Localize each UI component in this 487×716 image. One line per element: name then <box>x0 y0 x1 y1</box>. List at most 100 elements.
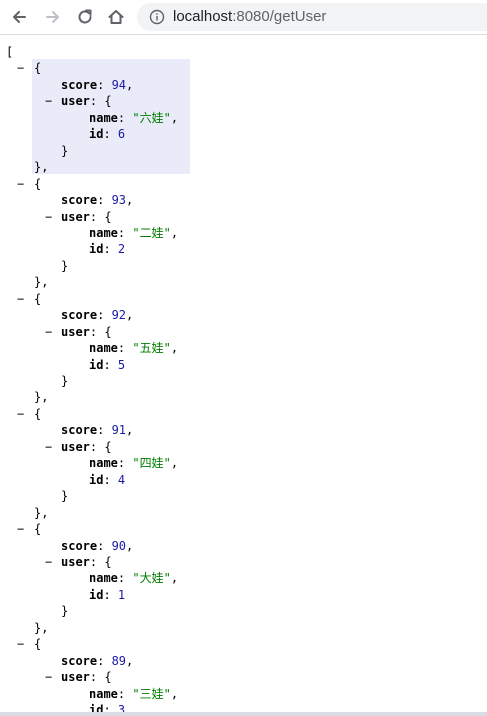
collapse-toggle[interactable]: − <box>45 324 52 340</box>
collapse-toggle[interactable]: − <box>17 636 24 652</box>
json-punctuation: " <box>163 110 171 125</box>
collapse-toggle[interactable]: − <box>45 439 52 455</box>
collapse-toggle[interactable]: − <box>45 93 52 109</box>
back-button[interactable] <box>7 5 31 29</box>
json-punctuation: " <box>132 686 140 701</box>
json-punctuation: , <box>170 225 179 240</box>
browser-toolbar: localhost:8080/getUser <box>0 0 487 35</box>
name-line: name: "四娃", <box>89 455 178 471</box>
json-viewer: [−{score: 94, − user: {name: "六娃", id: 6}},… <box>0 35 487 712</box>
url-host: localhost <box>173 8 233 25</box>
collapse-toggle[interactable]: − <box>17 176 24 192</box>
forward-arrow-icon <box>46 11 59 23</box>
collapse-toggle[interactable]: − <box>17 521 24 537</box>
user-close-line: } <box>61 603 68 619</box>
json-punctuation: " <box>132 225 140 240</box>
json-punctuation: : { <box>89 94 112 109</box>
name-line: name: "六娃", <box>89 110 178 126</box>
json-punctuation: : <box>97 653 112 668</box>
json-punctuation: : { <box>89 324 112 339</box>
collapse-toggle[interactable]: − <box>17 406 24 422</box>
json-punctuation: }, <box>34 620 49 635</box>
json-punctuation: : <box>103 472 118 487</box>
name-value: 五娃 <box>139 341 164 356</box>
json-key-name: name <box>89 110 118 125</box>
json-punctuation: " <box>132 341 140 356</box>
name-line: name: "大娃", <box>89 570 178 586</box>
json-key-score: score <box>61 653 98 668</box>
user-line: user: { <box>61 209 112 225</box>
name-line: name: "五娃", <box>89 340 178 356</box>
object-open-line: { <box>34 176 41 192</box>
json-key-id: id <box>89 242 104 257</box>
json-line: [ <box>6 44 13 60</box>
json-punctuation: }, <box>34 505 49 520</box>
reload-button[interactable] <box>73 5 97 29</box>
json-punctuation: " <box>163 456 171 471</box>
home-button[interactable] <box>104 5 128 29</box>
json-punctuation: : <box>117 571 133 586</box>
json-key-id: id <box>89 703 104 712</box>
collapse-toggle[interactable]: − <box>45 554 52 570</box>
json-key-id: id <box>89 127 104 142</box>
json-punctuation: , <box>170 686 179 701</box>
object-open-line: { <box>34 60 41 76</box>
json-key-score: score <box>61 423 98 438</box>
object-close-line: }, <box>34 159 48 175</box>
name-value: 四娃 <box>139 456 164 471</box>
score-line: score: 93, <box>61 192 133 208</box>
id-line: id: 1 <box>89 587 125 603</box>
json-key-name: name <box>89 686 118 701</box>
json-punctuation: : <box>97 77 112 92</box>
json-punctuation: { <box>34 522 42 537</box>
url-text[interactable]: localhost:8080/getUser <box>173 8 326 26</box>
json-punctuation: : <box>117 225 133 240</box>
json-punctuation: , <box>170 341 179 356</box>
json-key-user: user <box>61 554 90 569</box>
json-punctuation: " <box>163 341 171 356</box>
json-punctuation: , <box>126 423 134 438</box>
score-value: 91 <box>111 423 127 438</box>
json-punctuation: " <box>132 456 140 471</box>
json-punctuation: } <box>61 489 69 504</box>
user-close-line: } <box>61 488 68 504</box>
json-punctuation: : <box>103 703 118 712</box>
json-punctuation: { <box>34 637 42 652</box>
id-value: 4 <box>117 472 126 487</box>
info-icon[interactable] <box>149 9 165 25</box>
json-punctuation: : { <box>89 439 112 454</box>
address-bar[interactable]: localhost:8080/getUser <box>137 3 487 31</box>
user-close-line: } <box>61 143 68 159</box>
collapse-toggle[interactable]: − <box>17 291 24 307</box>
forward-button[interactable] <box>41 5 65 29</box>
user-line: user: { <box>61 554 112 570</box>
collapse-toggle[interactable]: − <box>17 60 24 76</box>
score-value: 92 <box>111 308 127 323</box>
json-punctuation: : <box>103 587 118 602</box>
name-value: 六娃 <box>139 110 164 125</box>
json-punctuation: } <box>61 258 69 273</box>
score-value: 93 <box>111 193 127 208</box>
object-close-line: }, <box>34 505 48 521</box>
collapse-toggle[interactable]: − <box>45 209 52 225</box>
id-value: 2 <box>117 242 126 257</box>
id-line: id: 3 <box>89 702 125 712</box>
open-bracket: [ <box>6 45 14 59</box>
json-punctuation: { <box>34 61 42 76</box>
json-punctuation: : <box>103 242 118 257</box>
url-path: :8080/getUser <box>232 8 327 25</box>
json-punctuation: { <box>34 406 42 421</box>
user-line: user: { <box>61 93 112 109</box>
name-line: name: "二娃", <box>89 225 178 241</box>
collapse-toggle[interactable]: − <box>45 669 52 685</box>
json-punctuation: }, <box>34 390 49 405</box>
json-key-user: user <box>61 670 90 685</box>
json-punctuation: : <box>97 308 112 323</box>
name-value: 大娃 <box>139 571 164 586</box>
json-punctuation: " <box>163 225 171 240</box>
json-punctuation: : <box>97 423 112 438</box>
json-punctuation: : { <box>89 554 112 569</box>
score-value: 89 <box>111 653 127 668</box>
id-value: 1 <box>117 587 126 602</box>
json-punctuation: }, <box>34 275 49 290</box>
